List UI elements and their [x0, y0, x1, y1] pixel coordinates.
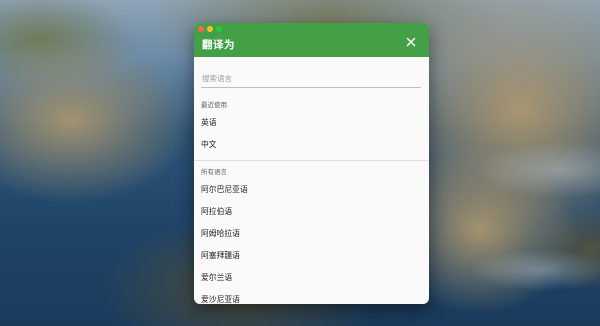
search-container	[194, 57, 429, 88]
language-search-input[interactable]	[201, 70, 421, 88]
language-item-azerbaijani[interactable]: 阿塞拜疆语	[194, 245, 429, 267]
language-item-albanian[interactable]: 阿尔巴尼亚语	[194, 179, 429, 201]
window-controls	[198, 26, 222, 32]
section-divider	[194, 159, 429, 161]
window-zoom-dot[interactable]	[216, 26, 222, 32]
dialog-titlebar: 翻译为	[194, 23, 429, 57]
close-icon	[406, 37, 416, 47]
language-item-estonian[interactable]: 爱沙尼亚语	[194, 289, 429, 305]
language-item-english[interactable]: 英语	[194, 112, 429, 134]
all-languages-list: 阿尔巴尼亚语 阿拉伯语 阿姆哈拉语 阿塞拜疆语 爱尔兰语 爱沙尼亚语	[194, 179, 429, 305]
window-minimize-dot[interactable]	[207, 26, 213, 32]
window-close-dot[interactable]	[198, 26, 204, 32]
language-item-arabic[interactable]: 阿拉伯语	[194, 201, 429, 223]
all-languages-section-header: 所有语言	[201, 167, 227, 176]
language-item-irish[interactable]: 爱尔兰语	[194, 267, 429, 289]
close-button[interactable]	[405, 36, 417, 48]
dialog-title: 翻译为	[202, 39, 235, 51]
translate-to-dialog: 翻译为 最近使用 英语 中文 所有语言 阿尔巴尼亚语 阿拉伯语 阿姆哈拉语 阿塞…	[194, 23, 429, 304]
recent-section-header: 最近使用	[201, 100, 227, 109]
language-item-amharic[interactable]: 阿姆哈拉语	[194, 223, 429, 245]
language-item-chinese[interactable]: 中文	[194, 134, 429, 156]
